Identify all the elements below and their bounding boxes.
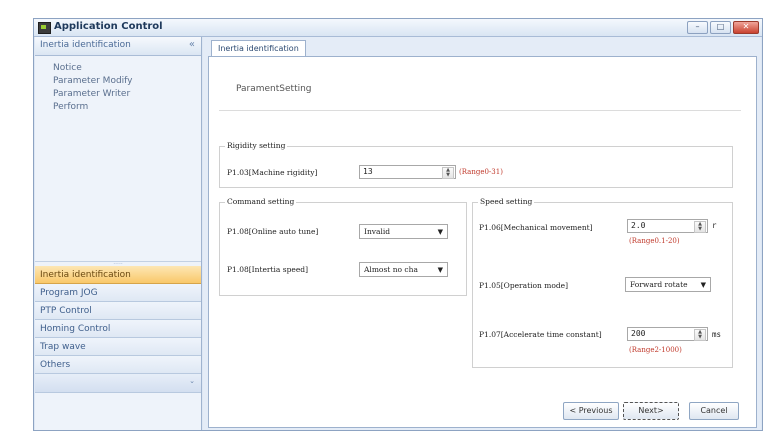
accelerate-time-value: 200 [631,329,646,338]
spinner-arrows-icon[interactable]: ▲ ▼ [694,329,706,341]
chevron-down-icon[interactable]: ⌄ [189,377,195,385]
dropdown-arrow-icon: ▼ [437,228,443,236]
collapse-icon[interactable]: « [189,39,195,50]
cancel-button[interactable]: Cancel [689,402,739,420]
machine-rigidity-value: 13 [363,167,373,176]
title-divider [219,110,741,111]
maximize-button[interactable]: □ [710,21,731,34]
mechanical-movement-value: 2.0 [631,221,646,230]
command-group [219,202,467,296]
dropdown-arrow-icon: ▼ [700,281,706,289]
previous-button[interactable]: < Previous [563,402,619,420]
tab-inertia-identification[interactable]: Inertia identification [211,40,306,57]
sidebar-header[interactable]: Inertia identification « [35,37,201,56]
navigation-pane: Inertia identification Program JOG PTP C… [35,266,201,393]
nav-footer: ⌄ [35,374,201,393]
operation-mode-select[interactable]: Forward rotate ▼ [625,277,711,292]
machine-rigidity-label: P1.03[Machine rigidity] [227,168,318,177]
accelerate-time-stepper[interactable]: 200 ▲ ▼ [627,327,708,341]
window-controls: – □ ✕ [687,21,759,34]
machine-rigidity-stepper[interactable]: 13 ▲ ▼ [359,165,456,179]
machine-rigidity-range: (Range0-31) [459,168,503,176]
next-button[interactable]: Next> [623,402,679,420]
nav-item-ptp-control[interactable]: PTP Control [35,302,201,320]
nav-item-others[interactable]: Others [35,356,201,374]
dropdown-arrow-icon: ▼ [437,266,443,274]
mechanical-movement-stepper[interactable]: 2.0 ▲ ▼ [627,219,708,233]
sidebar-header-label: Inertia identification [40,40,131,50]
operation-mode-label: P1.05[Operation mode] [479,281,569,290]
online-auto-tune-select[interactable]: Invalid ▼ [359,224,448,239]
mechanical-movement-range: (Range0.1-20) [629,237,680,245]
speed-legend: Speed setting [478,197,535,206]
operation-mode-value: Forward rotate [630,280,688,289]
sidebar-item-notice[interactable]: Notice [53,62,201,75]
sidebar-step-list: Notice Parameter Modify Parameter Writer… [35,56,201,114]
spinner-arrows-icon[interactable]: ▲ ▼ [442,167,454,179]
sidebar: Inertia identification « Notice Paramete… [35,37,202,430]
close-button[interactable]: ✕ [733,21,759,34]
online-auto-tune-value: Invalid [364,227,391,236]
spinner-arrows-icon[interactable]: ▲ ▼ [694,221,706,233]
inertia-speed-value: Almost no cha [364,265,418,274]
mechanical-movement-label: P1.06[Mechanical movement] [479,223,593,232]
online-auto-tune-label: P1.08[Online auto tune] [227,227,319,236]
nav-item-program-jog[interactable]: Program JOG [35,284,201,302]
app-icon [38,22,51,34]
accelerate-time-unit: ms [712,330,722,339]
sidebar-item-parameter-modify[interactable]: Parameter Modify [53,75,201,88]
window-title: Application Control [54,21,163,32]
nav-item-homing-control[interactable]: Homing Control [35,320,201,338]
accelerate-time-range: (Range2-1000) [629,346,682,354]
rigidity-group [219,146,733,188]
mechanical-movement-unit: r [712,221,717,230]
minimize-button[interactable]: – [687,21,708,34]
nav-item-trap-wave[interactable]: Trap wave [35,338,201,356]
title-bar: Application Control – □ ✕ [34,19,762,37]
inertia-speed-select[interactable]: Almost no cha ▼ [359,262,448,277]
page-title: ParamentSetting [236,84,312,94]
accelerate-time-label: P1.07[Accelerate time constant] [479,330,602,339]
rigidity-legend: Rigidity setting [225,141,288,150]
inertia-speed-label: P1.08[Intertia speed] [227,265,309,274]
sidebar-item-perform[interactable]: Perform [53,101,201,114]
sidebar-item-parameter-writer[interactable]: Parameter Writer [53,88,201,101]
nav-item-inertia-identification[interactable]: Inertia identification [35,266,201,284]
command-legend: Command setting [225,197,297,206]
